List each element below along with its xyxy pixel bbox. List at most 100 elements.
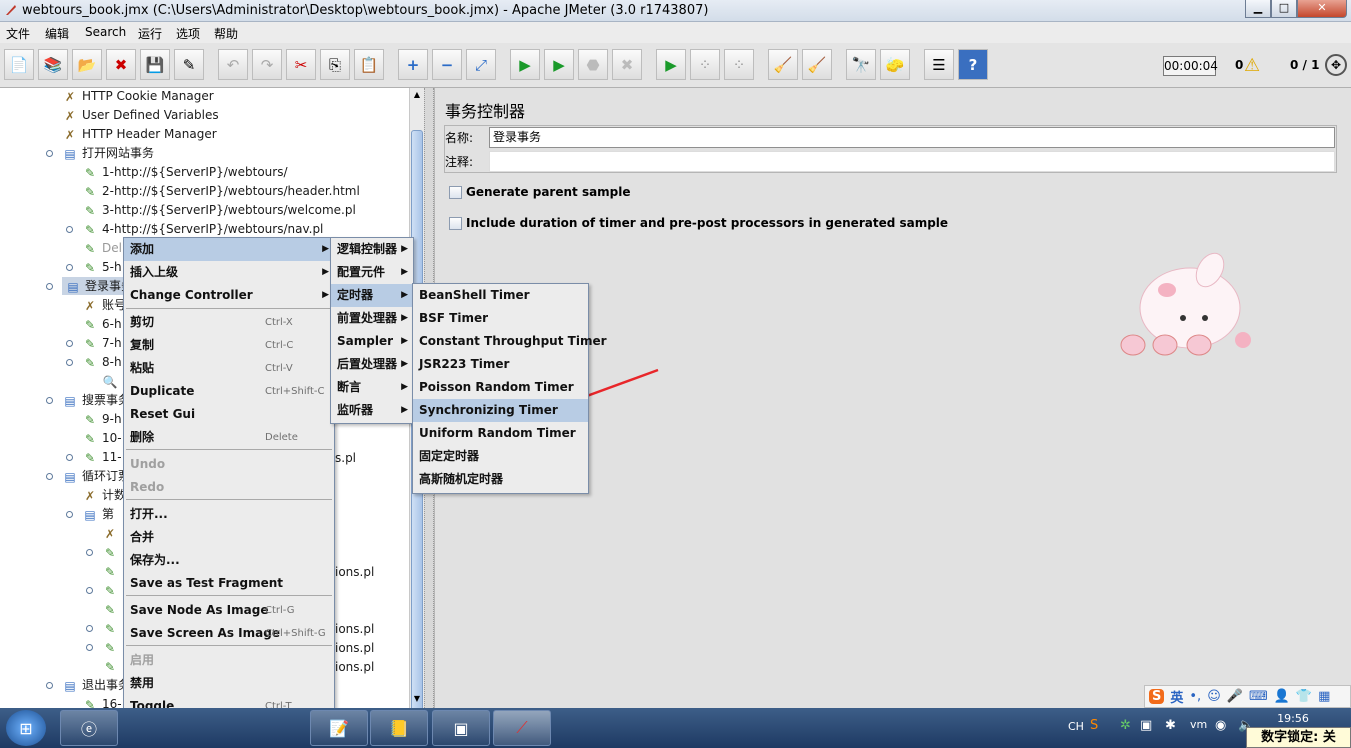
tree-node[interactable]: ✎ 8-h bbox=[82, 353, 122, 371]
menu-help[interactable]: 帮助 bbox=[214, 25, 238, 42]
tree-toggle-icon[interactable] bbox=[46, 682, 53, 689]
emoji-icon[interactable]: ☺ bbox=[1207, 689, 1221, 704]
ime-mode[interactable]: 英 bbox=[1170, 687, 1183, 706]
keyboard-icon[interactable]: ⌨ bbox=[1249, 689, 1268, 704]
close-button[interactable]: ✕ bbox=[1297, 0, 1347, 18]
templates-icon[interactable]: 📚 bbox=[38, 49, 68, 80]
cut-icon[interactable]: ✂ bbox=[286, 49, 316, 80]
new-icon[interactable]: 📄 bbox=[4, 49, 34, 80]
add-submenu-item[interactable]: Sampler ▶ bbox=[331, 330, 413, 353]
expand-icon[interactable]: + bbox=[398, 49, 428, 80]
context-menu-item[interactable]: 打开... bbox=[124, 503, 334, 526]
tree-node[interactable]: ▤ 循环订票 bbox=[62, 467, 130, 485]
start-icon[interactable]: ▶ bbox=[510, 49, 540, 80]
toggle-icon[interactable]: ⤢ bbox=[466, 49, 496, 80]
context-menu-item[interactable]: Undo bbox=[124, 453, 334, 476]
timer-submenu-item[interactable]: Synchronizing Timer bbox=[413, 399, 588, 422]
tree-node[interactable]: ▤ 打开网站事务 bbox=[62, 144, 154, 162]
undo-icon[interactable]: ↶ bbox=[218, 49, 248, 80]
notepad-taskbar-icon[interactable]: 📒 bbox=[370, 710, 428, 746]
timer-submenu-item[interactable]: Uniform Random Timer bbox=[413, 422, 588, 445]
menu-search[interactable]: Search bbox=[85, 25, 126, 39]
scroll-down-icon[interactable]: ▼ bbox=[411, 692, 423, 706]
add-submenu-item[interactable]: 断言 ▶ bbox=[331, 376, 413, 399]
timer-submenu-item[interactable]: BeanShell Timer bbox=[413, 284, 588, 307]
context-menu-item[interactable]: Change Controller ▶ bbox=[124, 284, 334, 307]
copy-icon[interactable]: ⎘ bbox=[320, 49, 350, 80]
menu-file[interactable]: 文件 bbox=[6, 25, 30, 42]
tree-node[interactable]: ✎ 3-http://${ServerIP}/webtours/welcome.p… bbox=[82, 201, 356, 219]
context-menu-item[interactable]: 粘贴 Ctrl-V bbox=[124, 357, 334, 380]
add-submenu-item[interactable]: 后置处理器 ▶ bbox=[331, 353, 413, 376]
include-duration-checkbox[interactable] bbox=[449, 217, 462, 230]
context-menu-item[interactable]: Save as Test Fragment bbox=[124, 572, 334, 595]
context-menu-item[interactable]: 保存为... bbox=[124, 549, 334, 572]
clear-icon[interactable]: 🧹 bbox=[768, 49, 798, 80]
context-menu-item[interactable]: 合并 bbox=[124, 526, 334, 549]
tree-node[interactable]: ✎ bbox=[102, 562, 122, 580]
menu-run[interactable]: 运行 bbox=[138, 25, 162, 42]
save-as-icon[interactable]: ✎ bbox=[174, 49, 204, 80]
user-icon[interactable]: 👤 bbox=[1274, 689, 1290, 704]
reset-search-icon[interactable]: 🧽 bbox=[880, 49, 910, 80]
timer-submenu-item[interactable]: 高斯随机定时器 bbox=[413, 468, 588, 491]
voice-icon[interactable]: 🎤 bbox=[1227, 689, 1243, 704]
start-orb-icon[interactable]: ⊞ bbox=[6, 710, 46, 746]
tree-node[interactable]: ✗ HTTP Header Manager bbox=[62, 125, 217, 143]
network-icon[interactable]: ▣ bbox=[1140, 718, 1152, 733]
maximize-button[interactable]: □ bbox=[1271, 0, 1297, 18]
notes-taskbar-icon[interactable]: 📝 bbox=[310, 710, 368, 746]
sogou-icon[interactable]: S bbox=[1149, 689, 1165, 704]
tree-toggle-icon[interactable] bbox=[86, 587, 93, 594]
remote-shutdown-icon[interactable]: ⁘ bbox=[724, 49, 754, 80]
tree-node[interactable]: ✎ bbox=[102, 638, 122, 656]
toolbox-icon[interactable]: ▦ bbox=[1318, 689, 1330, 704]
tree-toggle-icon[interactable] bbox=[46, 150, 53, 157]
tree-node[interactable]: 🔍 bbox=[102, 372, 122, 390]
warning-icon[interactable]: ⚠ bbox=[1244, 55, 1260, 76]
tree-node[interactable]: ✎ 10- bbox=[82, 429, 122, 447]
context-menu-item[interactable]: 启用 bbox=[124, 649, 334, 672]
add-submenu-item[interactable]: 配置元件 ▶ bbox=[331, 261, 413, 284]
tree-toggle-icon[interactable] bbox=[46, 397, 53, 404]
tree-toggle-icon[interactable] bbox=[86, 644, 93, 651]
tree-toggle-icon[interactable] bbox=[86, 549, 93, 556]
tree-node[interactable]: ✗ 计数 bbox=[82, 486, 126, 504]
search-binoculars-icon[interactable]: 🔭 bbox=[846, 49, 876, 80]
tree-toggle-icon[interactable] bbox=[66, 226, 73, 233]
tree-toggle-icon[interactable] bbox=[86, 625, 93, 632]
context-menu-item[interactable]: 插入上级 ▶ bbox=[124, 261, 334, 284]
cmd-taskbar-icon[interactable]: ▣ bbox=[432, 710, 490, 746]
tree-node[interactable]: ✎ bbox=[102, 600, 122, 618]
remote-stop-icon[interactable]: ⁘ bbox=[690, 49, 720, 80]
tree-node[interactable]: ✎ 1-http://${ServerIP}/webtours/ bbox=[82, 163, 288, 181]
tree-toggle-icon[interactable] bbox=[66, 340, 73, 347]
tree-toggle-icon[interactable] bbox=[66, 454, 73, 461]
generate-parent-checkbox[interactable] bbox=[449, 186, 462, 199]
tree-node[interactable]: ✎ Del bbox=[82, 239, 122, 257]
tree-node[interactable]: ▤ 搜票事务 bbox=[62, 391, 130, 409]
tree-node[interactable]: ✗ 账号 bbox=[82, 296, 126, 314]
start-no-pauses-icon[interactable]: ▶ bbox=[544, 49, 574, 80]
remote-start-icon[interactable]: ▶ bbox=[656, 49, 686, 80]
tree-toggle-icon[interactable] bbox=[46, 283, 53, 290]
jmeter-taskbar-icon[interactable]: ⟋ bbox=[493, 710, 551, 746]
tree-node[interactable]: ✎ bbox=[102, 543, 122, 561]
tree-node[interactable]: ✎ bbox=[102, 657, 122, 675]
tree-node[interactable]: ✎ 2-http://${ServerIP}/webtours/header.ht… bbox=[82, 182, 360, 200]
clear-all-icon[interactable]: 🧹 bbox=[802, 49, 832, 80]
context-menu-item[interactable]: 复制 Ctrl-C bbox=[124, 334, 334, 357]
punctuation-icon[interactable]: •, bbox=[1189, 689, 1201, 704]
paste-icon[interactable]: 📋 bbox=[354, 49, 384, 80]
timer-submenu-item[interactable]: BSF Timer bbox=[413, 307, 588, 330]
save-icon[interactable]: 💾 bbox=[140, 49, 170, 80]
add-submenu-item[interactable]: 前置处理器 ▶ bbox=[331, 307, 413, 330]
scroll-up-icon[interactable]: ▲ bbox=[411, 88, 423, 102]
tree-node[interactable]: ✎ 6-h bbox=[82, 315, 122, 333]
tree-node[interactable]: ✎ 5-h bbox=[82, 258, 122, 276]
context-menu-item[interactable]: Reset Gui bbox=[124, 403, 334, 426]
timer-submenu-item[interactable]: Poisson Random Timer bbox=[413, 376, 588, 399]
shutdown-icon[interactable]: ✖ bbox=[612, 49, 642, 80]
add-submenu-item[interactable]: 定时器 ▶ bbox=[331, 284, 413, 307]
stop-icon[interactable]: ⬣ bbox=[578, 49, 608, 80]
